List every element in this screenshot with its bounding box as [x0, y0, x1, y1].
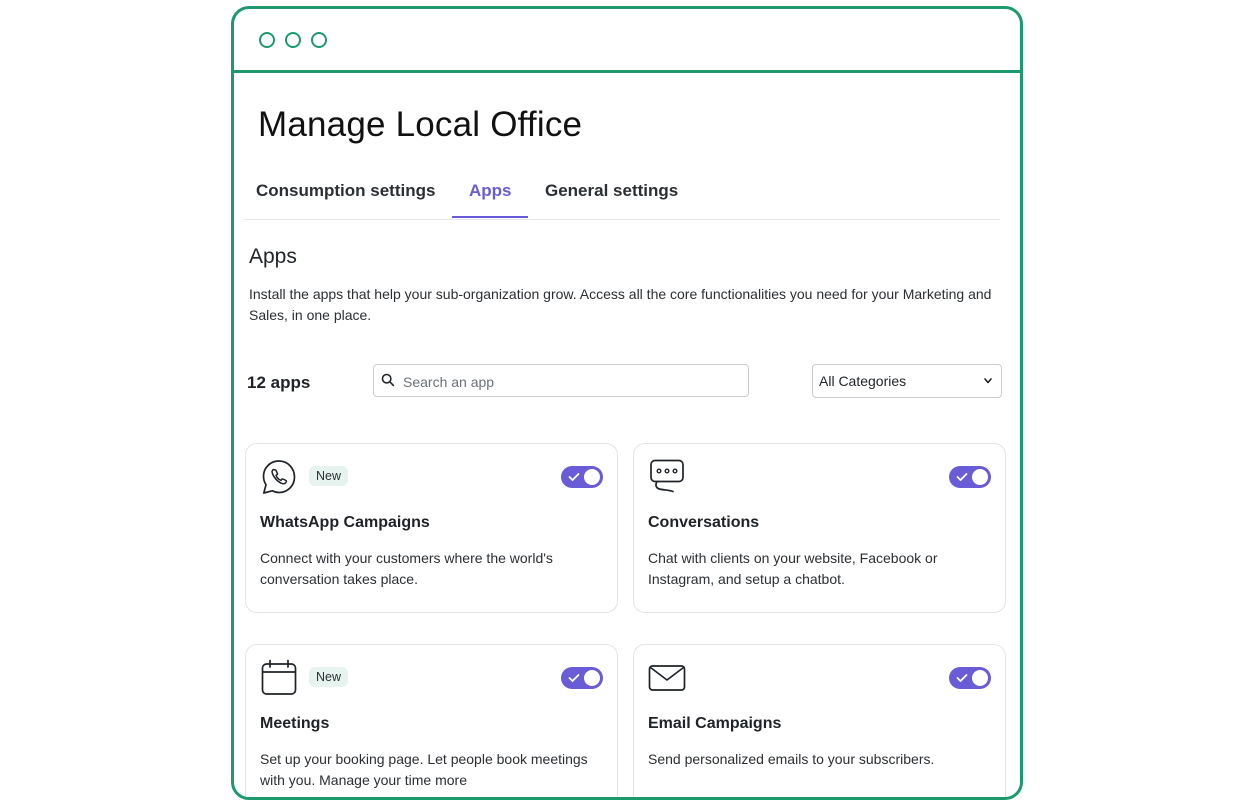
app-card-title: Conversations: [648, 514, 760, 531]
apps-count: 12 apps: [247, 373, 311, 392]
app-card-description: Set up your booking page. Let people boo…: [260, 751, 588, 788]
whatsapp-icon: [262, 460, 296, 494]
search-input[interactable]: [401, 365, 745, 398]
toggle-knob: [972, 670, 988, 686]
app-card-description: Send personalized emails to your subscri…: [648, 751, 935, 767]
section-title: Apps: [249, 245, 297, 268]
tab-apps[interactable]: Apps: [469, 181, 512, 201]
app-card-whatsapp-campaigns: New WhatsApp Campaigns Connect with your…: [245, 443, 618, 613]
active-tab-indicator: [452, 216, 528, 218]
section-description: Install the apps that help your sub-orga…: [249, 286, 992, 323]
new-badge: New: [309, 466, 349, 486]
search-box[interactable]: [373, 364, 749, 398]
window-dot-3: [311, 32, 327, 48]
tab-consumption-settings[interactable]: Consumption settings: [256, 181, 435, 201]
tab-general-settings[interactable]: General settings: [545, 181, 678, 201]
app-card-description: Chat with clients on your website, Faceb…: [648, 550, 938, 587]
email-campaigns-toggle[interactable]: [949, 667, 991, 689]
app-card-email-campaigns: Email Campaigns Send personalized emails…: [633, 644, 1006, 797]
toggle-knob: [972, 469, 988, 485]
app-card-meetings: New Meetings Set up your booking page. L…: [245, 644, 618, 797]
new-badge: New: [309, 667, 349, 687]
envelope-icon: [648, 665, 686, 691]
app-card-description: Connect with your customers where the wo…: [260, 550, 553, 587]
chat-bubble-icon: [650, 459, 684, 493]
app-card-title: Email Campaigns: [648, 715, 782, 732]
toggle-knob: [584, 670, 600, 686]
checkmark-icon: [956, 674, 968, 682]
calendar-icon: [261, 659, 297, 695]
search-icon: [381, 373, 395, 387]
whatsapp-campaigns-toggle[interactable]: [561, 466, 603, 488]
page-title: Manage Local Office: [258, 105, 583, 144]
chevron-down-icon: [984, 378, 992, 384]
category-select[interactable]: All Categories: [812, 364, 1002, 398]
meetings-toggle[interactable]: [561, 667, 603, 689]
tab-bar: Consumption settings Apps General settin…: [244, 169, 1000, 220]
app-card-title: WhatsApp Campaigns: [260, 514, 430, 531]
checkmark-icon: [568, 473, 580, 481]
app-card-conversations: Conversations Chat with clients on your …: [633, 443, 1006, 613]
checkmark-icon: [956, 473, 968, 481]
checkmark-icon: [568, 674, 580, 682]
app-card-title: Meetings: [260, 715, 330, 732]
category-select-value: All Categories: [819, 373, 907, 389]
window-dot-1: [259, 32, 275, 48]
window-dot-2: [285, 32, 301, 48]
conversations-toggle[interactable]: [949, 466, 991, 488]
browser-window: Manage Local Office Consumption settings…: [231, 6, 1023, 800]
window-titlebar: [234, 9, 1020, 73]
toggle-knob: [584, 469, 600, 485]
